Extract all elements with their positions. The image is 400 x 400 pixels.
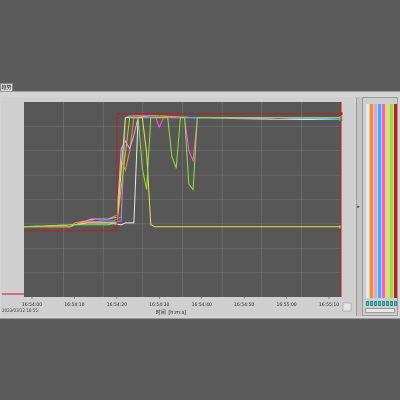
corner-note: 2023/03/12 16:55:: [2, 308, 39, 313]
x-tick-label: 16:55:10: [319, 302, 339, 308]
x-tick-label: 16:54:40: [192, 302, 212, 308]
splitter-arrow-icon[interactable]: ▸: [357, 204, 360, 210]
legend-chip-1[interactable]: [366, 301, 369, 306]
x-tick-label: 16:54:30: [149, 302, 169, 308]
legend-bar-7[interactable]: [390, 104, 393, 298]
desktop-background: 趋势 16:54:00 16:54:10 16:54:20 16:54:30 16:54…: [0, 0, 400, 400]
legend-chip-4[interactable]: [378, 301, 381, 306]
legend-chip-6[interactable]: [386, 301, 389, 306]
legend-bar-3[interactable]: [374, 104, 377, 298]
trend-chart[interactable]: 16:54:00 16:54:10 16:54:20 16:54:30 16:54:40…: [1, 97, 355, 316]
x-axis-label: 时间 [h:m:s]: [156, 309, 187, 316]
legend-bar-2[interactable]: [370, 104, 373, 298]
trend-chart-panel: 16:54:00 16:54:10 16:54:20 16:54:30 16:54:40…: [1, 97, 355, 316]
chart-corner-button[interactable]: [342, 302, 352, 312]
legend-bar-5[interactable]: [382, 104, 385, 298]
legend-bar-8[interactable]: [394, 104, 397, 298]
x-tick-label: 16:54:50: [234, 302, 254, 308]
series-legend-panel: [362, 97, 398, 316]
x-axis-label-text: 时间: [156, 309, 166, 316]
trend-window: 16:54:00 16:54:10 16:54:20 16:54:30 16:54:40…: [0, 91, 400, 319]
legend-bar-1[interactable]: [366, 104, 369, 298]
legend-chip-8[interactable]: [394, 301, 397, 306]
legend-bar-4[interactable]: [378, 104, 381, 298]
x-tick-label: 16:54:20: [107, 302, 127, 308]
legend-chip-3[interactable]: [374, 301, 377, 306]
x-tick-label: 16:54:10: [64, 302, 84, 308]
x-tick-label: 16:55:00: [276, 302, 296, 308]
legend-chip-7[interactable]: [390, 301, 393, 306]
legend-bar-6[interactable]: [386, 104, 389, 298]
legend-chip-5[interactable]: [382, 301, 385, 306]
legend-scrollbar[interactable]: [365, 308, 395, 313]
x-axis-label-unit: [h:m:s]: [168, 310, 186, 316]
legend-chip-2[interactable]: [370, 301, 373, 306]
